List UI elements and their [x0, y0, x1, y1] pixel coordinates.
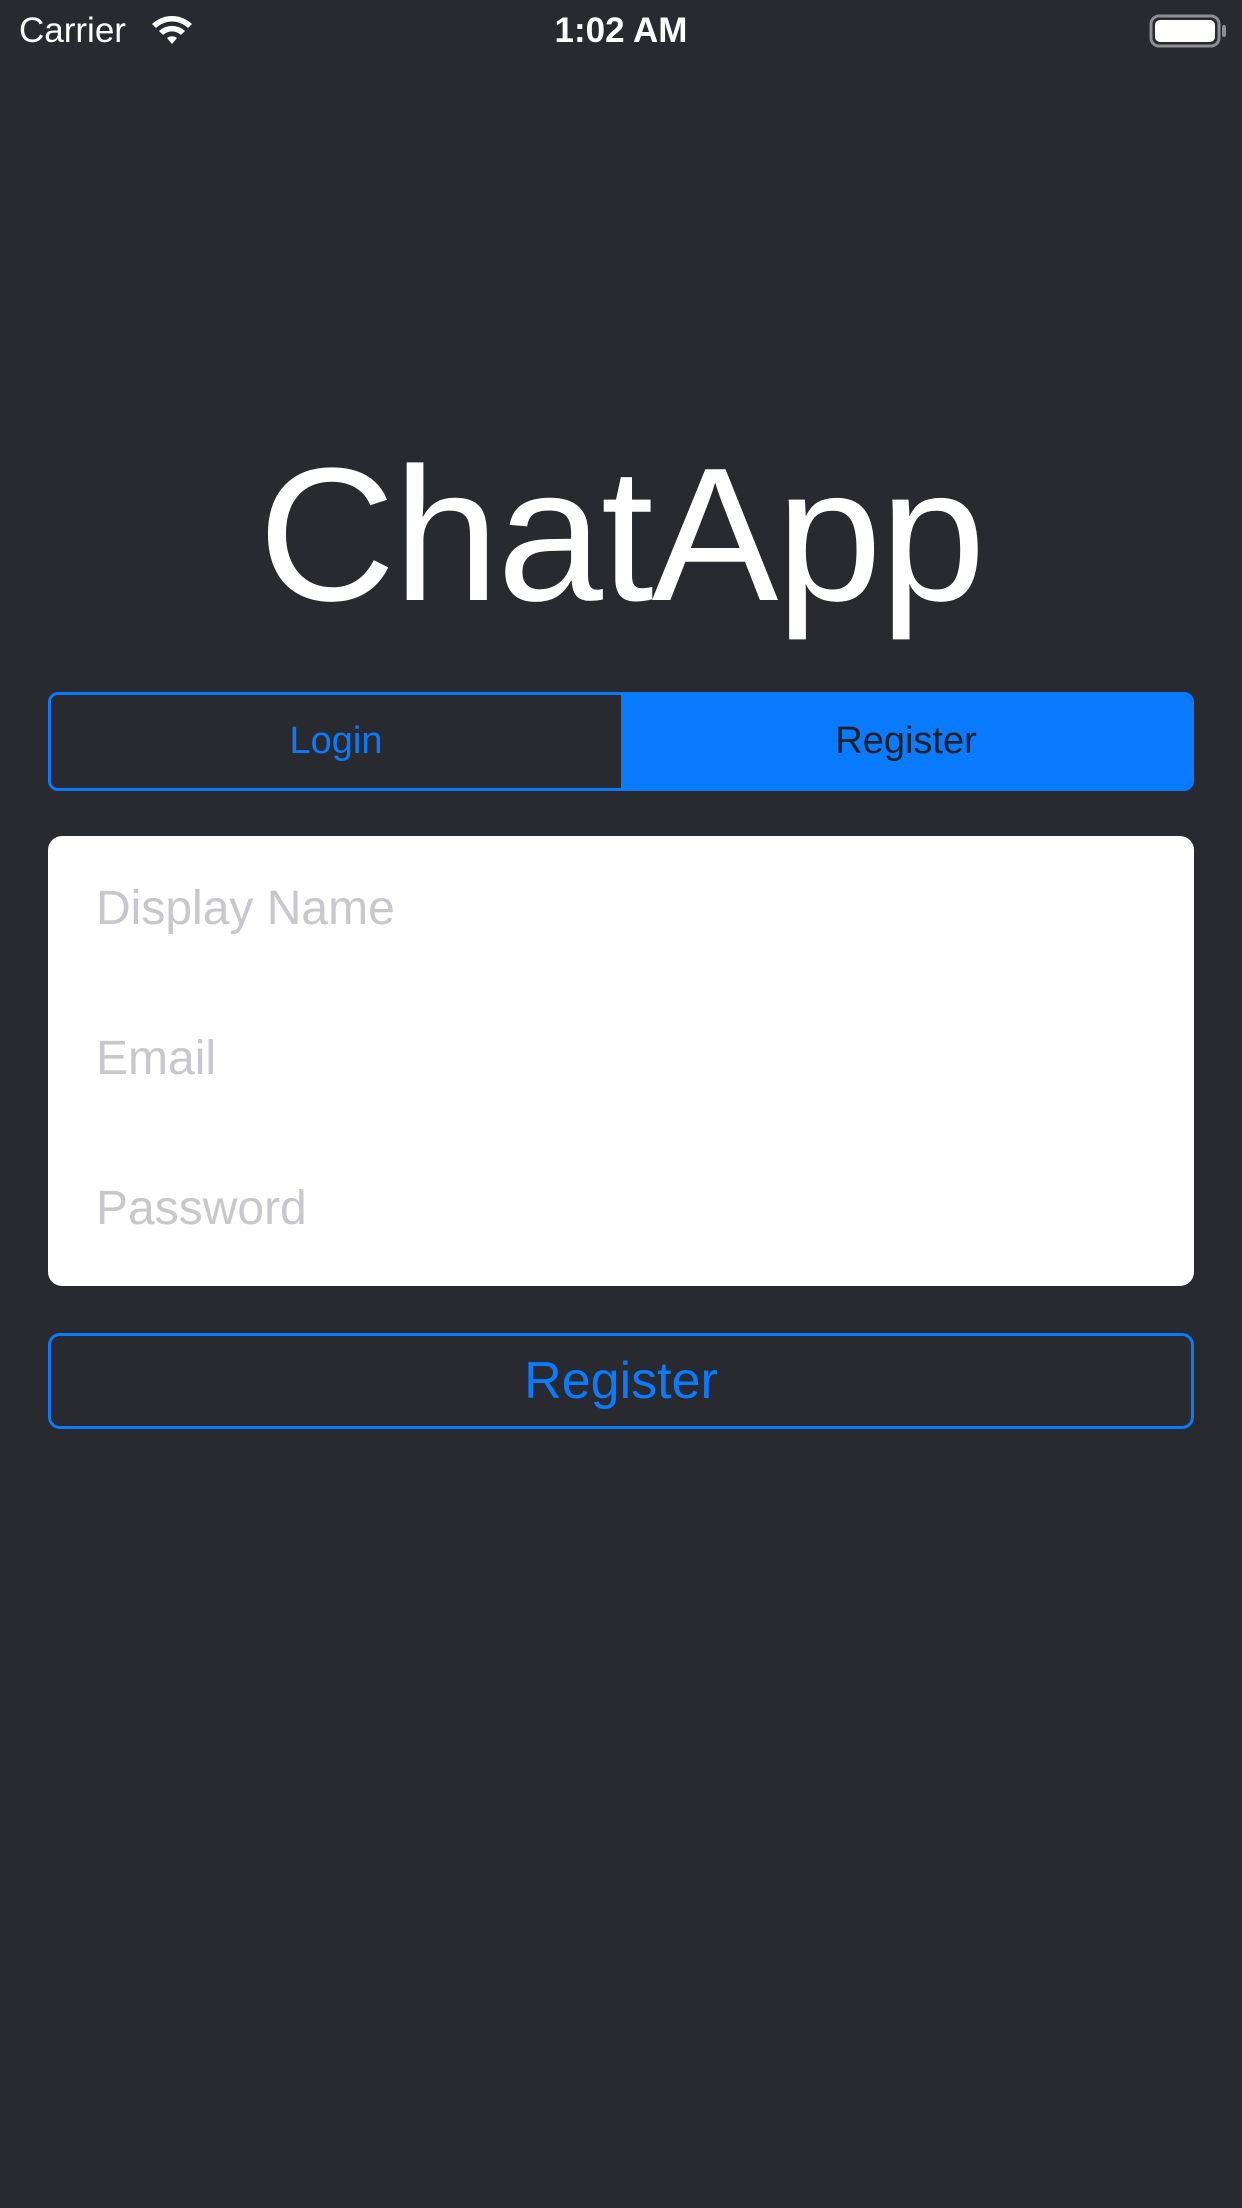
- email-field[interactable]: [96, 1018, 1146, 1098]
- status-time: 1:02 AM: [554, 11, 688, 50]
- app-title: ChatApp: [258, 429, 985, 641]
- register-form: [48, 836, 1194, 1286]
- segment-login-label: Login: [289, 720, 383, 762]
- battery-icon: [1149, 14, 1226, 48]
- display-name-field[interactable]: [96, 868, 1146, 948]
- segment-register-label: Register: [835, 720, 977, 762]
- segment-login[interactable]: Login: [51, 695, 621, 788]
- status-bar: Carrier 1:02 AM: [0, 0, 1242, 62]
- auth-mode-segmented-control: Login Register: [48, 692, 1194, 791]
- segment-register[interactable]: Register: [621, 695, 1191, 788]
- register-button[interactable]: Register: [48, 1333, 1194, 1429]
- password-field[interactable]: [96, 1168, 1146, 1248]
